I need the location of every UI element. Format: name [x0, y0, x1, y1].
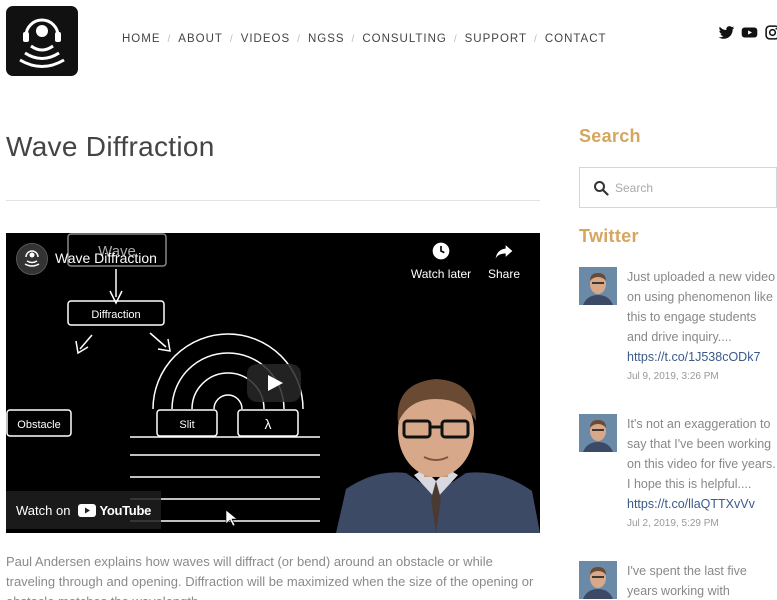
nav-separator: /: [167, 33, 172, 45]
tweet-avatar[interactable]: [579, 414, 617, 452]
instagram-icon[interactable]: [764, 24, 777, 41]
clock-icon: [432, 242, 450, 260]
tweet-avatar[interactable]: [579, 267, 617, 305]
youtube-wordmark: YouTube: [99, 502, 152, 518]
tweet-avatar[interactable]: [579, 561, 617, 599]
play-icon: [268, 375, 283, 391]
nav-separator: /: [229, 33, 234, 45]
tweet-body: Just uploaded a new video on using pheno…: [627, 267, 777, 385]
nav-consulting[interactable]: CONSULTING: [362, 33, 447, 45]
nav-separator: /: [351, 33, 356, 45]
diagram-diffraction-label: Diffraction: [91, 309, 140, 321]
share-arrow-icon: [495, 245, 513, 259]
nav-home[interactable]: HOME: [122, 33, 161, 45]
diagram-lambda-label: λ: [265, 416, 272, 432]
nav-videos[interactable]: VIDEOS: [241, 33, 290, 45]
nav-ngss[interactable]: NGSS: [308, 33, 345, 45]
twitter-icon[interactable]: [718, 24, 735, 41]
search-input[interactable]: [615, 178, 765, 198]
search-heading: Search: [579, 126, 641, 146]
share-label: Share: [487, 267, 521, 281]
play-button[interactable]: [247, 364, 301, 402]
page-title: Wave Diffraction: [6, 131, 215, 162]
headphones-logo-icon: [24, 250, 40, 267]
watch-later-button[interactable]: Watch later: [410, 241, 472, 281]
tweet-date[interactable]: Jul 9, 2019, 3:26 PM: [627, 369, 777, 385]
headphones-logo-icon: [19, 18, 65, 68]
video-player[interactable]: Wave Diffraction Obstacle Slit λ Wave Di…: [6, 233, 540, 533]
twitter-heading: Twitter: [579, 226, 639, 246]
nav-support[interactable]: SUPPORT: [465, 33, 527, 45]
diagram-slit-label: Slit: [179, 419, 194, 431]
tweet-body: It's not an exaggeration to say that I'v…: [627, 414, 777, 532]
nav-separator: /: [534, 33, 538, 45]
search-box: [579, 167, 777, 208]
youtube-play-icon: [78, 503, 97, 517]
youtube-icon[interactable]: [741, 24, 758, 41]
tweet-date[interactable]: Jul 2, 2019, 5:29 PM: [627, 516, 777, 532]
nav-contact[interactable]: CONTACT: [545, 33, 607, 45]
tweet-link[interactable]: https://t.co/1J538cODk7: [627, 347, 777, 367]
nav-separator: /: [297, 33, 301, 45]
tweet-text: It's not an exaggeration to say that I'v…: [627, 417, 776, 491]
watch-later-label: Watch later: [410, 267, 472, 281]
youtube-logo: YouTube: [78, 503, 151, 518]
share-button[interactable]: Share: [482, 241, 526, 281]
tweet-body: I've spent the last five years working w…: [627, 561, 777, 600]
watch-on-label: Watch on: [16, 502, 71, 518]
presenter-image: [336, 369, 540, 533]
tweet-link[interactable]: https://t.co/llaQTTXvVv: [627, 494, 777, 514]
site-logo[interactable]: [6, 6, 78, 76]
diagram-obstacle-label: Obstacle: [17, 419, 60, 431]
video-title[interactable]: Wave Diffraction: [55, 250, 157, 266]
nav-separator: /: [453, 33, 458, 45]
search-icon[interactable]: [593, 180, 609, 196]
tweet-text: Just uploaded a new video on using pheno…: [627, 270, 776, 344]
title-divider: [6, 200, 540, 201]
main-nav: HOME / ABOUT / VIDEOS / NGSS / CONSULTIN…: [122, 33, 607, 45]
channel-avatar[interactable]: [16, 243, 48, 275]
watch-on-youtube-button[interactable]: Watch on YouTube: [6, 491, 162, 529]
tweet-text: I've spent the last five years working w…: [627, 564, 747, 598]
video-description: Paul Andersen explains how waves will di…: [6, 554, 534, 600]
nav-about[interactable]: ABOUT: [178, 33, 223, 45]
social-links: [718, 24, 777, 41]
